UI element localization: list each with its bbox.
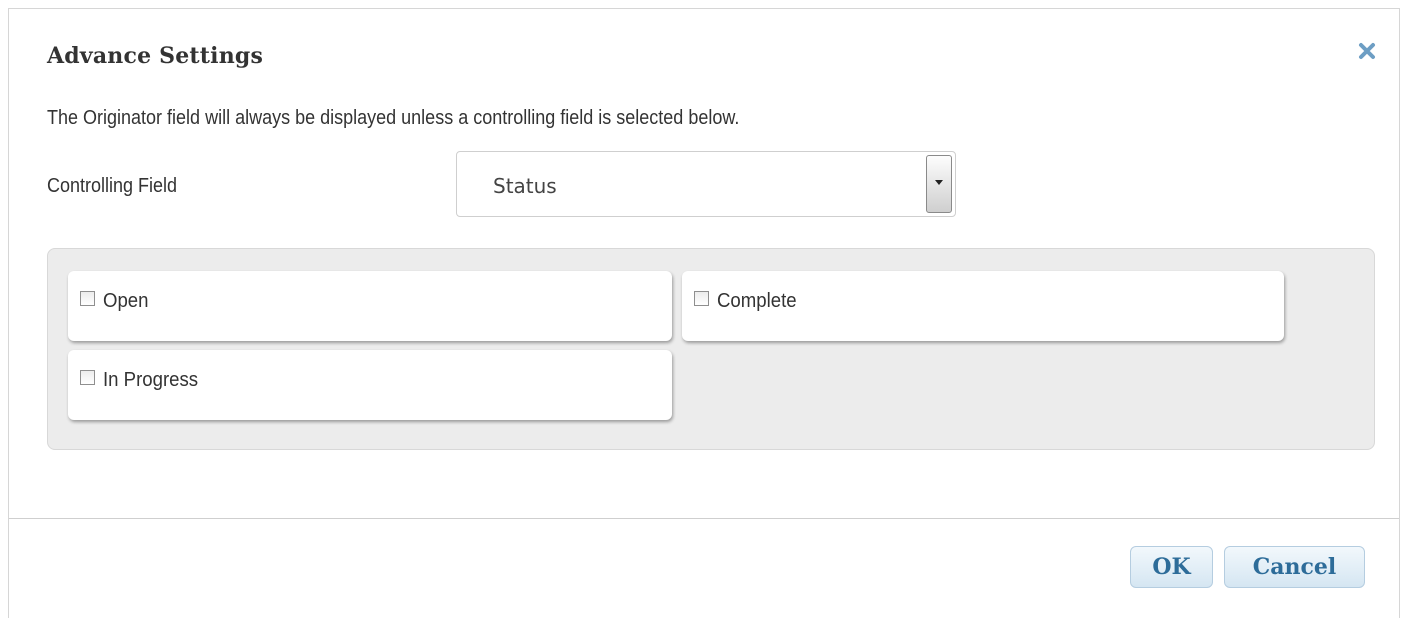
dialog-description: The Originator field will always be disp… [47, 107, 740, 129]
ok-button[interactable]: OK [1130, 546, 1213, 588]
status-options-panel: Open Complete In Progress [47, 248, 1375, 450]
dialog-title: Advance Settings [47, 43, 264, 69]
option-in-progress-label: In Progress [103, 369, 199, 391]
footer-divider [9, 518, 1399, 519]
option-complete[interactable]: Complete [682, 271, 1284, 341]
option-in-progress[interactable]: In Progress [68, 350, 672, 420]
cancel-button[interactable]: Cancel [1224, 546, 1365, 588]
close-icon[interactable] [1357, 41, 1377, 61]
option-open-label: Open [103, 290, 149, 312]
advance-settings-dialog: Advance Settings The Originator field wi… [8, 8, 1400, 618]
controlling-field-select[interactable]: Status [456, 151, 956, 217]
chevron-down-icon[interactable] [926, 155, 952, 213]
complete-checkbox[interactable] [694, 291, 709, 306]
controlling-field-value: Status [493, 174, 557, 198]
open-checkbox[interactable] [80, 291, 95, 306]
in-progress-checkbox[interactable] [80, 370, 95, 385]
option-complete-label: Complete [717, 290, 797, 312]
controlling-field-label: Controlling Field [47, 175, 178, 197]
option-open[interactable]: Open [68, 271, 672, 341]
